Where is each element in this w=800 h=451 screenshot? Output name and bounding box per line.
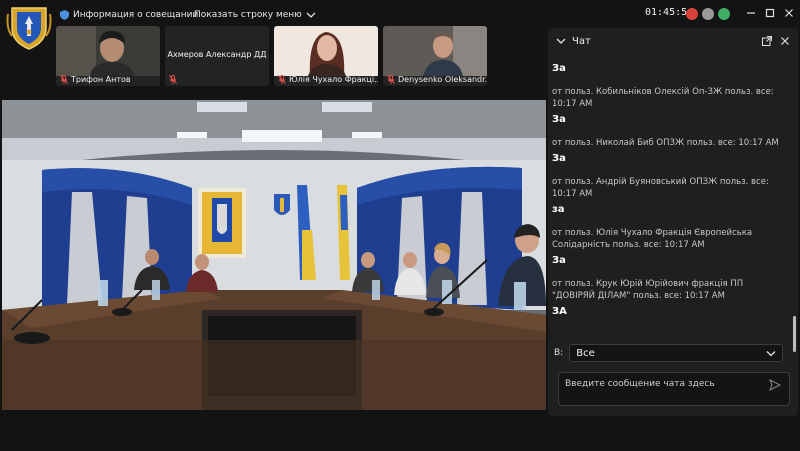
chat-message-body: ЗА	[552, 306, 567, 317]
chat-message-body: За	[552, 153, 566, 164]
chevron-down-icon	[766, 351, 776, 357]
muted-mic-icon	[387, 75, 395, 84]
chat-message: от польз. Кобильніков Олексій Оп-ЗЖ поль…	[552, 86, 788, 127]
participant-name: Denysenko Oleksandr...	[398, 75, 487, 84]
chat-message-meta: от польз. Андрій Буяновський ОПЗЖ польз.…	[552, 177, 769, 199]
top-bar: Информация о совещании Показать строку м…	[0, 0, 800, 50]
record-status-icon[interactable]	[686, 8, 698, 20]
meeting-info-button[interactable]: Информация о совещании	[60, 7, 198, 23]
send-icon[interactable]	[769, 379, 781, 391]
show-menu-label: Показать строку меню	[194, 10, 302, 20]
chat-recipient-value: Все	[576, 347, 595, 359]
chat-recipient-label: В:	[554, 348, 564, 358]
participant-video	[383, 26, 487, 76]
chat-message-body: За	[552, 114, 566, 125]
chat-scrollbar[interactable]	[793, 316, 796, 352]
participant-video	[274, 26, 378, 76]
conference-room-scene	[2, 100, 546, 410]
chat-input-box[interactable]	[558, 372, 790, 406]
main-video[interactable]	[2, 100, 546, 410]
chevron-down-icon	[306, 12, 316, 18]
participant-tile[interactable]: Юлія Чухало Фракці...	[274, 26, 378, 86]
maximize-icon[interactable]	[763, 6, 777, 20]
participant-video	[56, 26, 160, 76]
chat-header: Чат	[548, 28, 798, 54]
meeting-info-label: Информация о совещании	[73, 10, 199, 20]
chat-message: от польз. Юлія Чухало Фракція Європейськ…	[552, 227, 788, 268]
chat-message-input[interactable]	[565, 377, 761, 391]
chat-recipient-select[interactable]: Все	[569, 344, 784, 362]
muted-mic-icon	[169, 75, 177, 84]
shield-icon	[60, 10, 69, 20]
chat-message-body: За	[552, 63, 566, 74]
chat-message: от польз. Николай Биб ОПЗЖ польз. все: 1…	[552, 137, 788, 166]
muted-mic-icon	[278, 75, 286, 84]
chevron-down-icon[interactable]	[556, 37, 566, 45]
participant-name: Трифон Антов	[71, 75, 131, 84]
chat-panel: Чат За от польз. Кобильніков Олексій Оп-…	[548, 28, 798, 416]
participant-name: Юлія Чухало Фракці...	[289, 75, 378, 84]
chat-message-list[interactable]: За от польз. Кобильніков Олексій Оп-ЗЖ п…	[552, 62, 788, 352]
pop-out-icon[interactable]	[762, 36, 772, 46]
muted-mic-icon	[60, 75, 68, 84]
chat-message: от польз. Андрій Буяновський ОПЗЖ польз.…	[552, 176, 788, 217]
coat-of-arms-logo	[6, 7, 52, 50]
chat-message-meta: от польз. Николай Биб ОПЗЖ польз. все: 1…	[552, 138, 779, 148]
chat-title: Чат	[572, 35, 591, 47]
participant-tile[interactable]: Denysenko Oleksandr...	[383, 26, 487, 86]
chat-message-body: За	[552, 255, 566, 266]
chat-message-meta: от польз. Кобильніков Олексій Оп-ЗЖ поль…	[552, 87, 774, 109]
close-chat-icon[interactable]	[780, 36, 790, 46]
chat-message-meta: от польз. Крук Юрій Юрійович фракція ПП …	[552, 279, 744, 301]
participant-name: Ахмеров Александр ДД	[167, 50, 267, 59]
participant-tile[interactable]: Ахмеров Александр ДД	[165, 26, 269, 86]
chat-message: от польз. Крук Юрій Юрійович фракція ПП …	[552, 278, 788, 319]
connection-status-icon[interactable]	[718, 8, 730, 20]
participant-strip: Трифон Антов Ахмеров Александр ДД Юлія Ч…	[56, 26, 487, 86]
participant-tile[interactable]: Трифон Антов	[56, 26, 160, 86]
chat-message-body: за	[552, 204, 565, 215]
sharing-status-icon[interactable]	[702, 8, 714, 20]
chat-message-meta: от польз. Юлія Чухало Фракція Європейськ…	[552, 228, 753, 250]
show-menu-bar-button[interactable]: Показать строку меню	[194, 7, 316, 23]
chat-recipient-row: В: Все	[554, 344, 792, 362]
meeting-window: Информация о совещании Показать строку м…	[0, 0, 800, 451]
close-window-icon[interactable]	[782, 6, 796, 20]
minimize-icon[interactable]	[744, 6, 758, 20]
